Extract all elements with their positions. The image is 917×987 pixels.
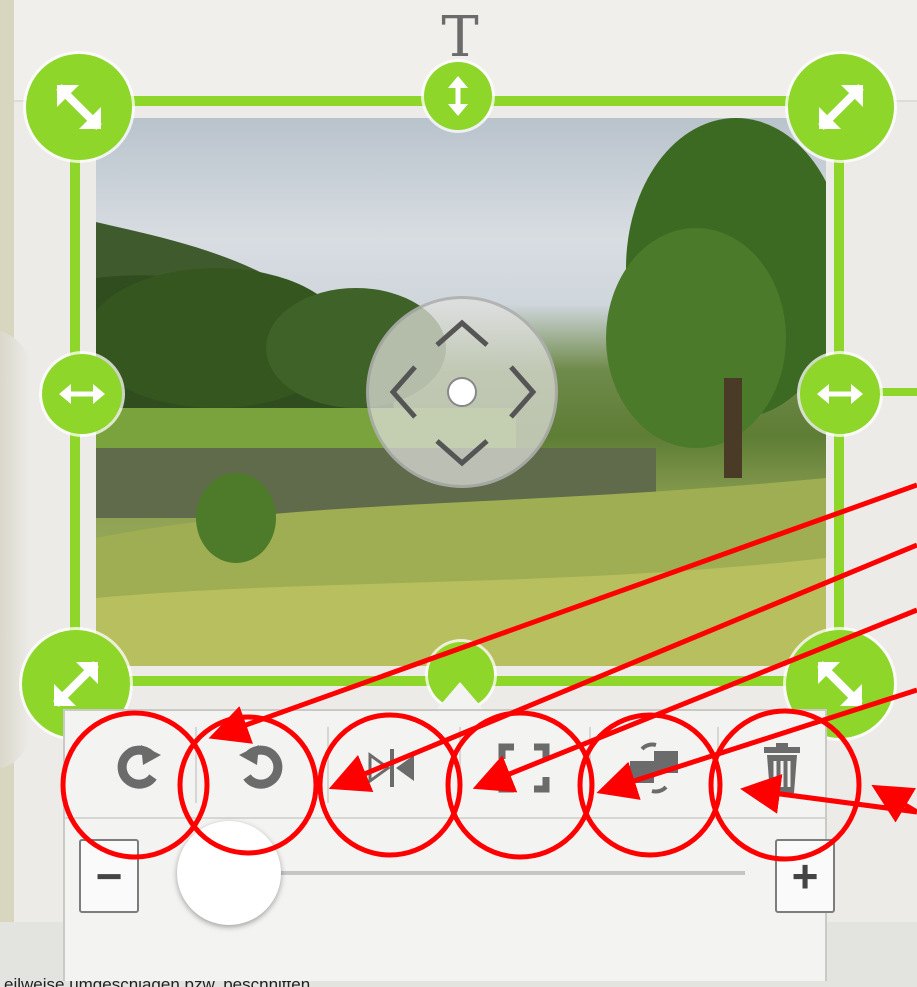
replace-image-button[interactable]	[609, 729, 699, 807]
vertical-arrow-icon	[448, 76, 468, 116]
diagonal-arrow-icon	[53, 661, 99, 707]
resize-handle-top-right[interactable]	[788, 54, 894, 160]
zoom-out-button[interactable]: −	[79, 839, 139, 913]
toolbar-divider-horizontal	[65, 817, 825, 819]
move-arrows-icon	[389, 319, 537, 467]
zoom-in-button[interactable]: +	[775, 839, 835, 913]
toolbar-pointer	[436, 682, 484, 710]
flip-button[interactable]	[347, 729, 437, 807]
horizontal-arrow-icon	[817, 384, 863, 404]
toolbar-divider	[327, 727, 329, 803]
rotate-left-icon	[239, 745, 283, 789]
resize-handle-top-left[interactable]	[26, 54, 132, 160]
rotate-left-button[interactable]	[215, 729, 305, 807]
rotate-right-button[interactable]	[95, 729, 185, 807]
trash-icon	[764, 743, 800, 793]
fit-frame-button[interactable]	[479, 729, 569, 807]
diagonal-arrow-icon	[818, 84, 864, 130]
toolbar-divider	[459, 727, 461, 803]
toolbar-divider	[589, 727, 591, 803]
text-tool-icon[interactable]: T	[430, 8, 490, 68]
fit-frame-icon	[498, 743, 550, 793]
flip-horizontal-icon	[368, 749, 414, 787]
replace-image-icon	[630, 742, 678, 794]
toolbar-divider	[195, 727, 197, 803]
resize-handle-right[interactable]	[800, 354, 880, 434]
horizontal-arrow-icon	[59, 384, 105, 404]
move-pad[interactable]	[366, 296, 558, 488]
annotation-arrow	[871, 784, 917, 823]
diagonal-arrow-icon	[56, 84, 102, 130]
toolbar-divider	[717, 727, 719, 803]
image-toolbar: − +	[63, 709, 835, 981]
frame-connector	[880, 388, 917, 396]
resize-handle-top[interactable]	[424, 62, 492, 130]
resize-handle-left[interactable]	[42, 354, 122, 434]
delete-button[interactable]	[737, 729, 827, 807]
rotate-right-icon	[117, 745, 161, 789]
zoom-slider-thumb[interactable]	[177, 821, 281, 925]
diagonal-arrow-icon	[817, 661, 863, 707]
